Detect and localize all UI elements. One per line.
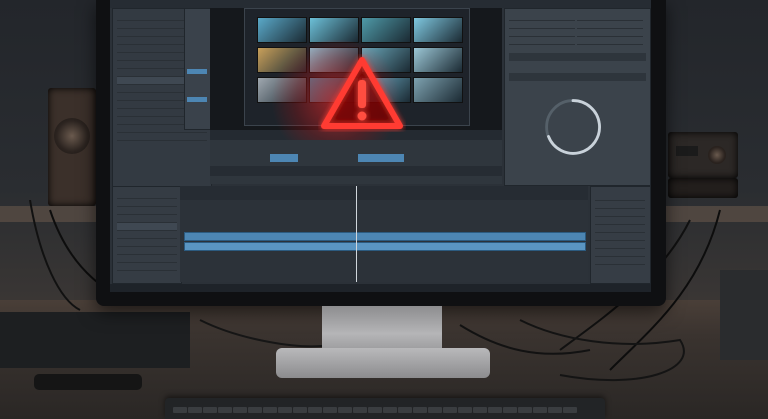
monitor-stand-base [276, 348, 490, 378]
keyboard-key [353, 407, 367, 413]
right-audio-device-lower [668, 178, 738, 198]
keyboard-key [338, 407, 352, 413]
keyboard-key [383, 407, 397, 413]
keyboard-key [398, 407, 412, 413]
monitor-screen [110, 0, 651, 292]
video-track[interactable] [184, 232, 586, 241]
keyboard-key [248, 407, 262, 413]
menu-bar[interactable] [110, 0, 651, 8]
left-speaker [48, 88, 96, 206]
keyboard-key [173, 407, 187, 413]
media-thumbnail[interactable] [413, 47, 463, 73]
device-display [676, 146, 698, 156]
taskbar[interactable] [110, 284, 651, 292]
main-timeline[interactable] [180, 186, 588, 282]
warning-triangle-icon [321, 57, 403, 129]
keyboard-key [413, 407, 427, 413]
timeline-ruler[interactable] [180, 186, 588, 200]
timeline-clip[interactable] [270, 154, 298, 162]
inspector-header[interactable] [509, 53, 646, 61]
keyboard-key [443, 407, 457, 413]
keyboard-key [263, 407, 277, 413]
source-timeline[interactable] [210, 140, 502, 184]
keyboard-key [533, 407, 547, 413]
playhead[interactable] [356, 186, 357, 282]
tracks-list[interactable] [112, 186, 182, 284]
keyboard-key [518, 407, 532, 413]
keyboard-key [203, 407, 217, 413]
monitor-stand [322, 306, 442, 352]
keyboard-key [503, 407, 517, 413]
keyboard-key [323, 407, 337, 413]
keyboard-key [233, 407, 247, 413]
keyboard-key [548, 407, 562, 413]
timeline-clip[interactable] [358, 154, 404, 162]
audio-track[interactable] [184, 242, 586, 251]
keyboard-key [368, 407, 382, 413]
media-thumbnail[interactable] [257, 17, 307, 43]
keyboard-key [473, 407, 487, 413]
keyboard-key [458, 407, 472, 413]
inspector-header[interactable] [509, 73, 646, 81]
media-thumbnail[interactable] [413, 17, 463, 43]
media-thumbnail[interactable] [413, 77, 463, 103]
keyboard [165, 398, 605, 419]
device-knob [708, 146, 726, 164]
right-audio-device [668, 132, 738, 178]
keyboard-key [293, 407, 307, 413]
keyboard-key [218, 407, 232, 413]
effects-panel[interactable] [184, 8, 212, 130]
keyboard-key [308, 407, 322, 413]
keyboard-key [278, 407, 292, 413]
keyboard-key [428, 407, 442, 413]
keyboard-key [488, 407, 502, 413]
remote-control [34, 374, 142, 390]
keyboard-key [563, 407, 577, 413]
media-thumbnail[interactable] [361, 17, 411, 43]
keyboard-key [188, 407, 202, 413]
selected-effect[interactable] [187, 97, 207, 102]
properties-panel[interactable] [590, 186, 651, 284]
timeline-track[interactable] [210, 166, 502, 176]
loading-ring-icon [545, 99, 601, 155]
speaker-cone [54, 118, 90, 154]
selected-effect[interactable] [187, 69, 207, 74]
